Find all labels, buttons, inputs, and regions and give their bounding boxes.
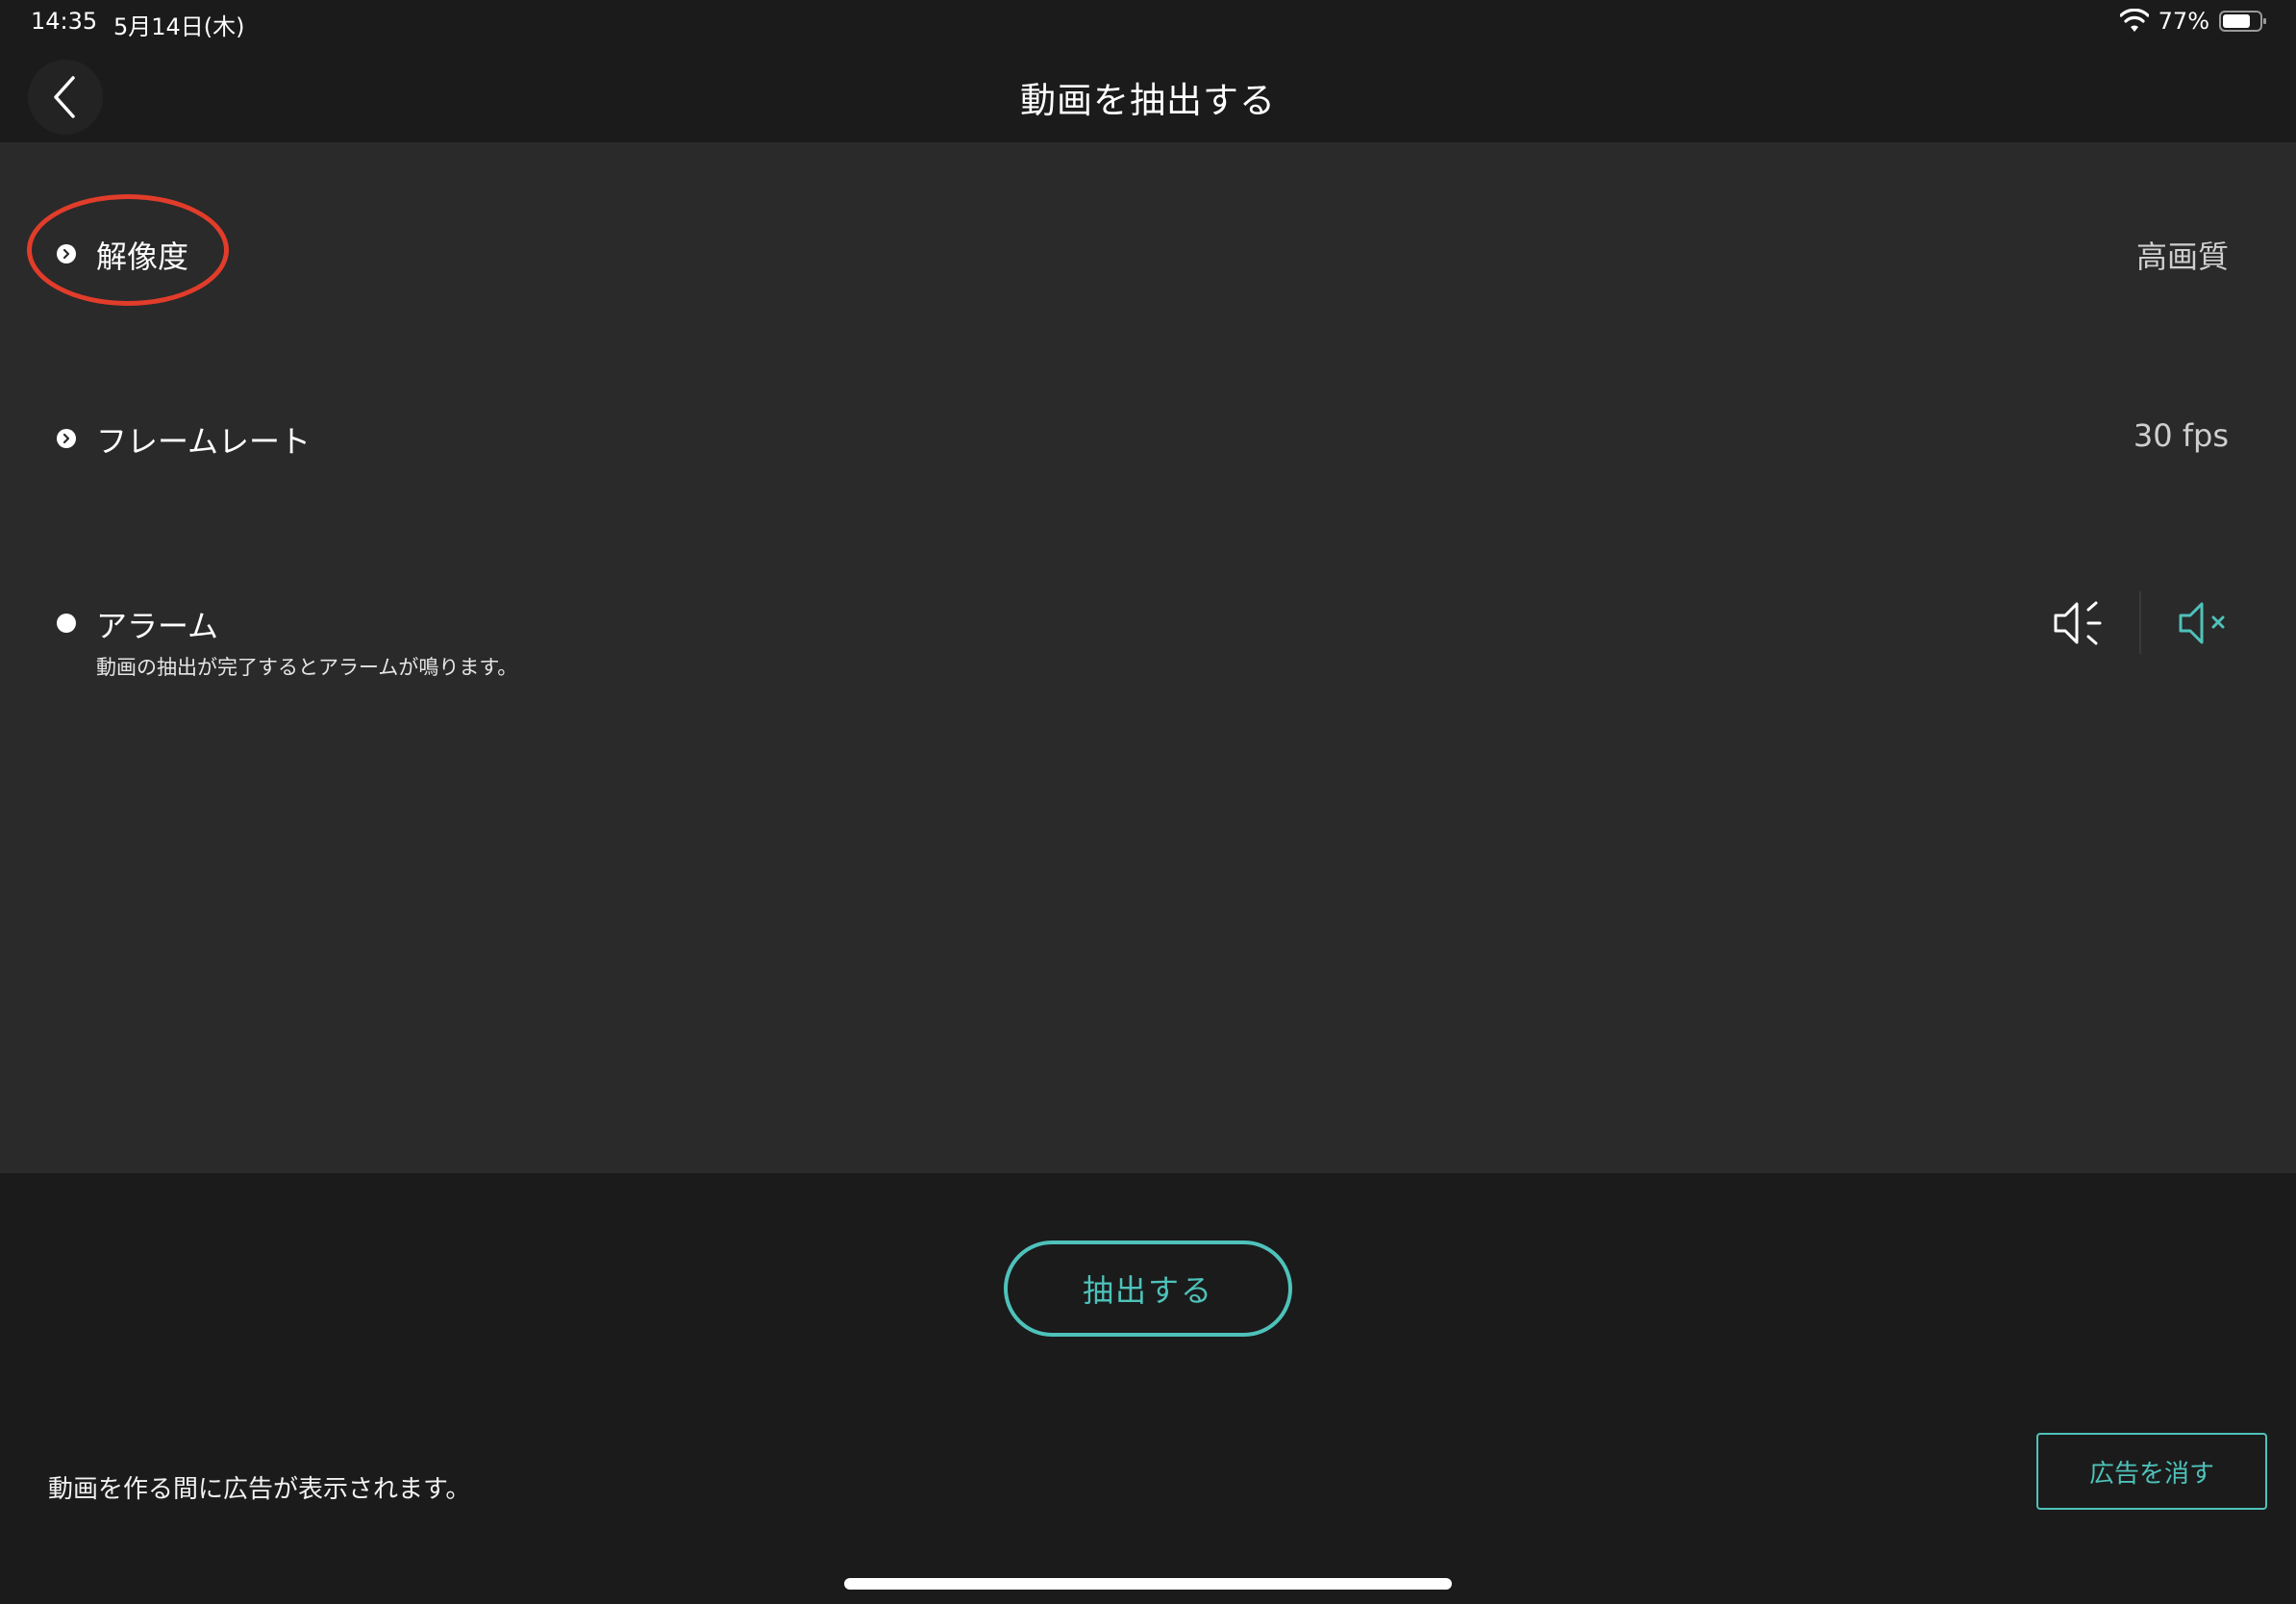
header: 動画を抽出する — [0, 48, 2296, 142]
speaker-mute-icon[interactable] — [2175, 594, 2234, 652]
battery-percent: 77% — [2158, 8, 2209, 35]
status-bar: 14:35 5月14日(木) 77% — [0, 0, 2296, 48]
ad-bar: 動画を作る間に広告が表示されます。 広告を消す — [0, 1404, 2296, 1604]
frame-rate-value[interactable]: 30 fps — [2134, 417, 2229, 454]
divider — [2139, 591, 2141, 654]
bullet-dot-icon — [57, 614, 76, 633]
chevron-right-circle-icon — [57, 244, 76, 263]
chevron-right-circle-icon — [57, 429, 76, 448]
alarm-description: 動画の抽出が完了するとアラームが鳴ります。 — [96, 656, 518, 679]
frame-rate-label: フレームレート — [96, 423, 312, 460]
status-date: 5月14日(木) — [113, 13, 245, 40]
extract-button[interactable]: 抽出する — [1004, 1241, 1292, 1337]
resolution-label: 解像度 — [96, 238, 189, 275]
home-indicator[interactable] — [844, 1578, 1452, 1590]
ad-message: 動画を作る間に広告が表示されます。 — [48, 1475, 471, 1504]
resolution-value[interactable]: 高画質 — [2136, 233, 2229, 277]
status-right: 77% — [2119, 8, 2267, 35]
remove-ad-button[interactable]: 広告を消す — [2036, 1433, 2267, 1510]
battery-icon — [2219, 11, 2266, 32]
status-time: 14:35 — [31, 8, 98, 35]
extract-area: 抽出する — [0, 1173, 2296, 1404]
page-title: 動画を抽出する — [1020, 80, 1276, 121]
alarm-label: アラーム — [96, 608, 219, 644]
wifi-icon — [2119, 9, 2149, 32]
speaker-on-icon[interactable] — [2048, 594, 2108, 652]
